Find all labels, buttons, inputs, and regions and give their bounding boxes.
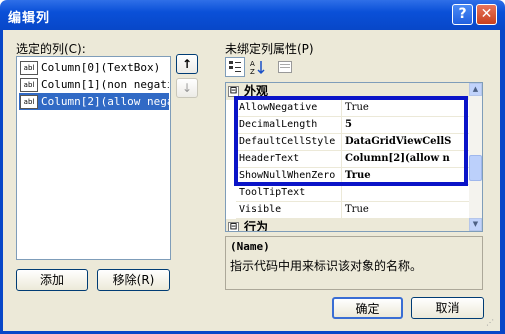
- property-name: ToolTipText: [236, 185, 342, 201]
- annotation-highlight-box: [234, 96, 468, 186]
- window-frame-right: [500, 30, 505, 334]
- close-button[interactable]: ✕: [476, 4, 497, 25]
- resize-grip-icon[interactable]: ⋰: [486, 318, 498, 330]
- property-grid-scrollbar[interactable]: ▲ ▼: [469, 83, 482, 231]
- list-item-label: Column[1](non negative: [41, 78, 169, 91]
- list-item-label: Column[0](TextBox): [41, 61, 161, 74]
- selected-columns-list[interactable]: abl Column[0](TextBox) abl Column[1](non n…: [16, 56, 171, 260]
- collapse-icon[interactable]: ⊟: [228, 222, 239, 231]
- window-title: 编辑列: [8, 11, 51, 26]
- list-item[interactable]: abl Column[0](TextBox): [19, 59, 169, 76]
- arrow-down-icon: ↓: [181, 81, 193, 95]
- remove-button[interactable]: 移除(R): [97, 269, 170, 291]
- svg-text:A: A: [250, 60, 255, 68]
- property-toolbar: AZ: [225, 57, 295, 79]
- alphabetical-sort-icon[interactable]: AZ: [248, 57, 268, 77]
- move-up-button[interactable]: ↑: [176, 54, 198, 74]
- title-bar[interactable]: 编辑列 ? ✕: [0, 0, 505, 30]
- textbox-column-icon: abl: [20, 61, 38, 75]
- move-down-button[interactable]: ↓: [176, 78, 198, 98]
- cancel-button[interactable]: 取消: [411, 297, 484, 319]
- categorized-icon[interactable]: [225, 57, 245, 77]
- property-name: Visible: [236, 202, 342, 218]
- category-label: 行为: [244, 220, 269, 232]
- properties-label: 未绑定列属性(P): [225, 42, 314, 56]
- category-behavior[interactable]: ⊟ 行为: [226, 219, 469, 232]
- scroll-up-icon[interactable]: ▲: [469, 83, 482, 96]
- help-button[interactable]: ?: [452, 4, 473, 25]
- svg-text:Z: Z: [250, 68, 255, 75]
- add-button[interactable]: 添加: [16, 269, 88, 291]
- property-description-panel: (Name) 指示代码中用来标识该对象的名称。: [225, 236, 483, 290]
- selected-columns-label: 选定的列(C):: [16, 42, 86, 56]
- textbox-column-icon: abl: [20, 78, 38, 92]
- description-title: (Name): [230, 240, 270, 253]
- property-value[interactable]: [342, 185, 469, 201]
- scroll-thumb[interactable]: [469, 155, 482, 181]
- ok-button[interactable]: 确定: [332, 297, 403, 319]
- property-row-tooltiptext[interactable]: ToolTipText: [236, 185, 469, 202]
- scroll-down-icon[interactable]: ▼: [469, 218, 482, 231]
- property-value[interactable]: True: [342, 202, 469, 218]
- list-item-label: Column[2](allow negat: [41, 95, 169, 108]
- edit-columns-dialog: 编辑列 ? ✕ 选定的列(C): abl Column[0](TextBox) a…: [0, 0, 505, 334]
- property-pages-icon[interactable]: [275, 57, 295, 77]
- description-text: 指示代码中用来标识该对象的名称。: [230, 259, 423, 273]
- property-row-visible[interactable]: Visible True: [236, 202, 469, 219]
- arrow-up-icon: ↑: [181, 57, 193, 71]
- list-item-selected[interactable]: abl Column[2](allow negat: [19, 93, 169, 110]
- list-item[interactable]: ablColumn[1](non negative: [19, 76, 169, 93]
- textbox-column-icon: abl: [20, 95, 38, 109]
